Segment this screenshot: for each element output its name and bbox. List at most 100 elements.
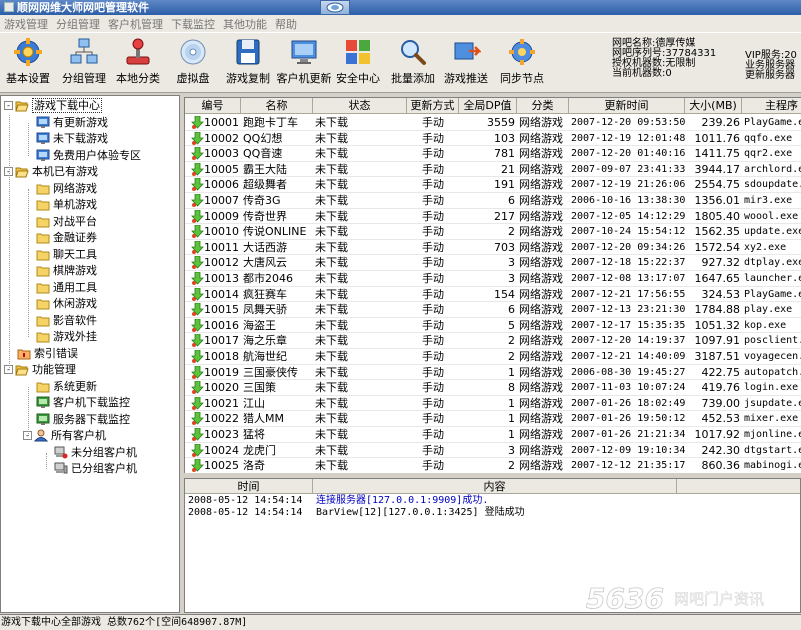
tree-node[interactable]: 未下载游戏 xyxy=(36,131,108,147)
game-push-button[interactable]: 游戏推送 xyxy=(442,37,490,89)
table-cell: 猎人MM xyxy=(243,412,284,426)
tree-node[interactable]: 单机游戏 xyxy=(36,197,97,213)
game-copy-button[interactable]: 游戏复制 xyxy=(224,37,272,89)
column-header[interactable]: 分类 xyxy=(517,98,569,114)
tree-node[interactable]: 对战平台 xyxy=(36,214,97,230)
table-row[interactable]: 10017 海之乐章 未下载 手动 2 网络游戏 2007-12-20 14:19:37 10… xyxy=(185,333,801,349)
computer-icon xyxy=(54,462,68,474)
table-row[interactable]: 10018 航海世纪 未下载 手动 2 网络游戏 2007-12-21 14:40:09 31… xyxy=(185,349,801,365)
table-cell: 网络游戏 xyxy=(519,287,563,301)
column-header[interactable]: 更新方式 xyxy=(407,98,459,114)
tree-node[interactable]: 休闲游戏 xyxy=(36,296,97,312)
table-row[interactable]: 10022 猎人MM 未下载 手动 1 网络游戏 2007-01-26 19:50:12 45… xyxy=(185,411,801,427)
table-row[interactable]: 10010 传说ONLINE 未下载 手动 2 网络游戏 2007-10-24 15:54:… xyxy=(185,224,801,240)
table-row[interactable]: 10023 猛将 未下载 手动 1 网络游戏 2007-01-26 21:21:34 1017… xyxy=(185,427,801,443)
tree-node[interactable]: - 本机已有游戏 xyxy=(4,164,98,180)
security-center-button[interactable]: 安全中心 xyxy=(334,37,382,89)
tree-node-label: 游戏下载中心 xyxy=(32,98,102,113)
table-cell: 2007-12-20 01:40:16 xyxy=(571,148,685,160)
tree-connector xyxy=(46,452,47,470)
menu-download-monitor[interactable]: 下载监控 xyxy=(169,16,221,32)
basic-settings-button[interactable]: 基本设置 xyxy=(4,37,52,89)
table-row[interactable]: 10019 三国豪侠传 未下载 手动 1 网络游戏 2006-08-30 19:45:27 4… xyxy=(185,365,801,381)
tree-node-label: 系统更新 xyxy=(53,379,97,393)
tree-expander-icon[interactable]: - xyxy=(4,101,13,110)
table-cell: 10011 xyxy=(204,240,239,254)
tree-node[interactable]: 棋牌游戏 xyxy=(36,263,97,279)
local-category-label: 本地分类 xyxy=(116,72,160,85)
table-row[interactable]: 10013 都市2046 未下载 手动 3 网络游戏 2007-12-08 13:17:07… xyxy=(185,271,801,287)
taskbar-app-icon[interactable] xyxy=(320,0,350,15)
menu-game-management[interactable]: 游戏管理 xyxy=(2,16,54,32)
tree-node[interactable]: 索引错误 xyxy=(17,346,78,362)
table-cell: 手动 xyxy=(422,287,444,301)
table-row[interactable]: 10025 洛奇 未下载 手动 2 网络游戏 2007-12-12 21:35:17 860.… xyxy=(185,458,801,473)
batch-add-button[interactable]: 批量添加 xyxy=(388,37,438,89)
table-cell: 10012 xyxy=(204,256,239,270)
tree-node[interactable]: 服务器下载监控 xyxy=(36,412,130,428)
table-cell: 2007-12-21 17:56:55 xyxy=(571,288,685,300)
table-cell: archlord.exe xyxy=(744,163,801,175)
table-row[interactable]: 10011 大话西游 未下载 手动 703 网络游戏 2007-12-20 09:34:26… xyxy=(185,240,801,256)
virtual-disk-button[interactable]: 虚拟盘 xyxy=(172,37,214,89)
computer-red-icon xyxy=(54,446,68,458)
column-header[interactable]: 主程序 xyxy=(742,98,801,114)
tree-node[interactable]: 客户机下载监控 xyxy=(36,395,130,411)
table-row[interactable]: 10001 跑跑卡丁车 未下载 手动 3559 网络游戏 2007-12-20 09:53:… xyxy=(185,115,801,131)
column-header[interactable]: 更新时间 xyxy=(569,98,685,114)
log-col-content[interactable]: 内容 xyxy=(313,479,677,494)
table-cell: 191 xyxy=(494,178,515,192)
menu-other-functions[interactable]: 其他功能 xyxy=(221,16,273,32)
tree-node[interactable]: 已分组客户机 xyxy=(54,461,137,477)
column-header[interactable]: 状态 xyxy=(313,98,407,114)
menu-group-management[interactable]: 分组管理 xyxy=(54,16,106,32)
table-row[interactable]: 10006 超级舞者 未下载 手动 191 网络游戏 2007-12-19 21:26:06… xyxy=(185,177,801,193)
table-cell: 2007-12-12 21:35:17 xyxy=(571,460,685,472)
tree-node[interactable]: 系统更新 xyxy=(36,379,97,395)
column-header[interactable]: 全局DP值 xyxy=(459,98,517,114)
table-row[interactable]: 10024 龙虎门 未下载 手动 3 网络游戏 2007-12-09 19:10:34 242… xyxy=(185,443,801,459)
table-row[interactable]: 10005 霸王大陆 未下载 手动 21 网络游戏 2007-09-07 23:41:33 3… xyxy=(185,162,801,178)
table-cell: 3559 xyxy=(487,116,515,129)
local-category-button[interactable]: 本地分类 xyxy=(114,37,162,89)
column-header[interactable]: 编号 xyxy=(185,98,241,114)
column-header[interactable]: 大小(MB) xyxy=(685,98,742,114)
folder-icon xyxy=(36,217,50,227)
menu-client-management[interactable]: 客户机管理 xyxy=(106,16,169,32)
log-col-time[interactable]: 时间 xyxy=(185,479,313,494)
table-cell: 手动 xyxy=(422,396,444,410)
table-cell: xy2.exe xyxy=(744,241,787,253)
tree-node[interactable]: 网络游戏 xyxy=(36,181,97,197)
table-row[interactable]: 10007 传奇3G 未下载 手动 6 网络游戏 2006-10-16 13:38:30 13… xyxy=(185,193,801,209)
tree-node[interactable]: 免费用户体验专区 xyxy=(36,148,141,164)
table-cell: 网络游戏 xyxy=(519,334,563,348)
tree-node[interactable]: 聊天工具 xyxy=(36,247,97,263)
table-row[interactable]: 10014 疯狂赛车 未下载 手动 154 网络游戏 2007-12-21 17:56:55… xyxy=(185,287,801,303)
table-row[interactable]: 10009 传奇世界 未下载 手动 217 网络游戏 2007-12-05 14:12:29… xyxy=(185,209,801,225)
tree-node[interactable]: 影音软件 xyxy=(36,313,97,329)
tree-node[interactable]: - 所有客户机 xyxy=(23,428,106,444)
table-row[interactable]: 10016 海盗王 未下载 手动 5 网络游戏 2007-12-17 15:35:35 105… xyxy=(185,318,801,334)
menu-help[interactable]: 帮助 xyxy=(273,16,303,32)
tree-node[interactable]: 通用工具 xyxy=(36,280,97,296)
joystick-icon xyxy=(126,38,150,65)
tree-node[interactable]: 金融证券 xyxy=(36,230,97,246)
table-cell: 2007-01-26 18:02:49 xyxy=(571,397,685,409)
table-row[interactable]: 10015 凤舞天骄 未下载 手动 6 网络游戏 2007-12-13 23:21:30 17… xyxy=(185,302,801,318)
tree-node[interactable]: 未分组客户机 xyxy=(54,445,137,461)
table-row[interactable]: 10012 大唐风云 未下载 手动 3 网络游戏 2007-12-18 15:22:37 92… xyxy=(185,255,801,271)
table-row[interactable]: 10002 QQ幻想 未下载 手动 103 网络游戏 2007-12-19 12:01:48… xyxy=(185,131,801,147)
column-header[interactable]: 名称 xyxy=(241,98,313,114)
table-cell: 未下载 xyxy=(315,459,348,473)
tree-node[interactable]: - 功能管理 xyxy=(4,362,76,378)
table-row[interactable]: 10003 QQ音速 未下载 手动 781 网络游戏 2007-12-20 01:40:16… xyxy=(185,146,801,162)
group-management-button[interactable]: 分组管理 xyxy=(60,37,108,89)
table-row[interactable]: 10021 江山 未下载 手动 1 网络游戏 2007-01-26 18:02:49 739.… xyxy=(185,396,801,412)
category-tree: - 游戏下载中心有更新游戏 未下载游戏 免费用户体验专区 - 本机已有游戏 网络游戏 单机游戏… xyxy=(0,95,180,613)
tree-node[interactable]: 游戏外挂 xyxy=(36,329,97,345)
sync-node-button[interactable]: 同步节点 xyxy=(498,37,546,89)
client-update-button[interactable]: 客户机更新 xyxy=(276,37,332,89)
table-row[interactable]: 10020 三国策 未下载 手动 8 网络游戏 2007-11-03 10:07:24 419… xyxy=(185,380,801,396)
tree-node[interactable]: - 游戏下载中心 xyxy=(4,98,102,114)
tree-node[interactable]: 有更新游戏 xyxy=(36,115,108,131)
